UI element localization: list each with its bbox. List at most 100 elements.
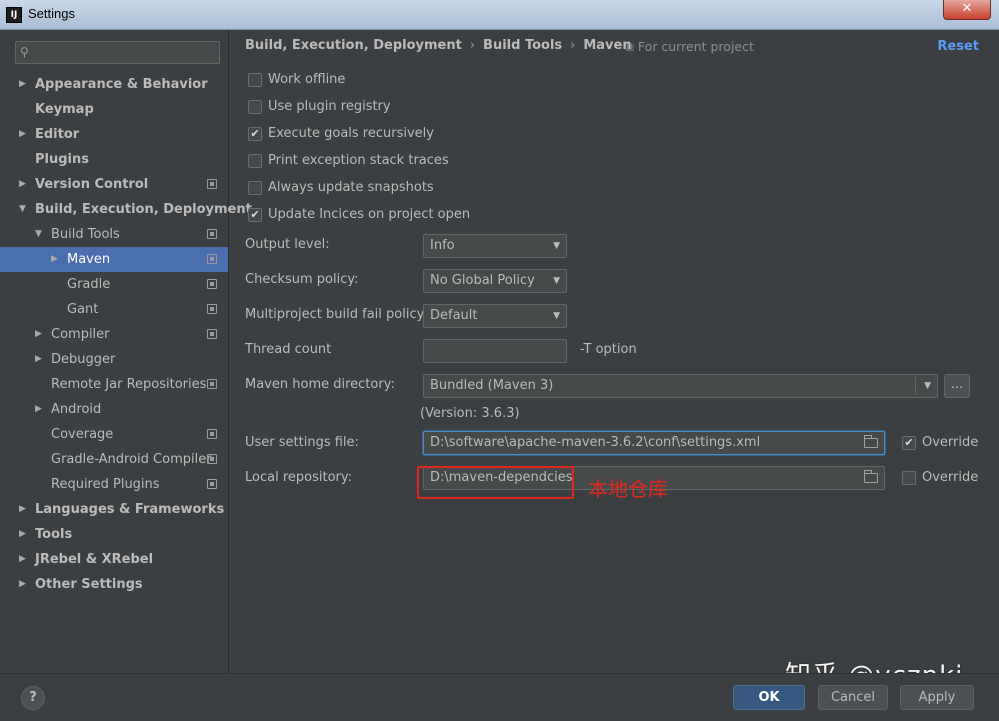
fail-policy-select[interactable]: Default ▼ xyxy=(423,304,567,328)
sidebar-item[interactable]: ▶ Compiler xyxy=(0,322,228,347)
project-level-icon xyxy=(207,479,217,489)
sidebar-item-label: Plugins xyxy=(35,152,89,167)
checkbox[interactable]: ✔ xyxy=(248,208,262,222)
intellij-app-icon: IJ xyxy=(6,7,22,23)
collapsed-arrow-icon[interactable]: ▶ xyxy=(19,547,26,572)
chevron-down-icon: ▼ xyxy=(553,276,560,286)
sidebar-item[interactable]: ▶ Debugger xyxy=(0,347,228,372)
user-settings-value: D:\software\apache-maven-3.6.2\conf\sett… xyxy=(430,435,761,450)
project-level-icon xyxy=(207,254,217,264)
project-level-icon xyxy=(207,279,217,289)
sidebar-item[interactable]: Gradle xyxy=(0,272,228,297)
cancel-button[interactable]: Cancel xyxy=(818,685,888,710)
checkbox-label: Work offline xyxy=(268,72,346,87)
sidebar-item-label: Debugger xyxy=(51,352,116,367)
sidebar-item[interactable]: Required Plugins xyxy=(0,472,228,497)
sidebar-item-label: Compiler xyxy=(51,327,110,342)
checkbox-label: Always update snapshots xyxy=(268,180,434,195)
sidebar-item[interactable]: ▼ Build, Execution, Deployment xyxy=(0,197,252,222)
maven-home-browse-button[interactable]: ... xyxy=(944,374,970,398)
output-level-select[interactable]: Info ▼ xyxy=(423,234,567,258)
sidebar-item[interactable]: Remote Jar Repositories xyxy=(0,372,228,397)
apply-button[interactable]: Apply xyxy=(900,685,974,710)
collapsed-arrow-icon[interactable]: ▶ xyxy=(19,122,26,147)
breadcrumb: Build, Execution, Deployment › Build Tools… xyxy=(245,38,632,53)
override-label: Override xyxy=(922,470,979,485)
maven-settings-panel: Build, Execution, Deployment › Build Tools… xyxy=(230,30,999,691)
collapsed-arrow-icon[interactable]: ▶ xyxy=(35,322,42,347)
collapsed-arrow-icon[interactable]: ▶ xyxy=(19,522,26,547)
folder-icon[interactable] xyxy=(864,435,878,448)
ok-button[interactable]: OK xyxy=(733,685,805,710)
override-checkbox[interactable] xyxy=(902,471,916,485)
collapsed-arrow-icon[interactable]: ▶ xyxy=(19,72,26,97)
combo-divider xyxy=(915,377,916,395)
sidebar-item-label: Required Plugins xyxy=(51,477,160,492)
sidebar-item[interactable]: ▶ Tools xyxy=(0,522,228,547)
sidebar-item[interactable]: ▼ Build Tools xyxy=(0,222,228,247)
sidebar-item[interactable]: Gradle-Android Compiler xyxy=(0,447,228,472)
checkbox[interactable] xyxy=(248,100,262,114)
override-label: Override xyxy=(922,435,979,450)
sidebar-item-label: Editor xyxy=(35,127,80,142)
checkbox[interactable] xyxy=(248,181,262,195)
sidebar-item-label: Maven xyxy=(67,252,111,267)
sidebar-item-label: Languages & Frameworks xyxy=(35,502,225,517)
checkbox-label: Execute goals recursively xyxy=(268,126,434,141)
maven-home-select[interactable]: Bundled (Maven 3) ▼ xyxy=(423,374,938,398)
sidebar-item[interactable]: ▶ JRebel & XRebel xyxy=(0,547,228,572)
user-settings-input[interactable]: D:\software\apache-maven-3.6.2\conf\sett… xyxy=(423,431,885,455)
checkbox-label: Update Incices on project open xyxy=(268,207,471,222)
title-bar: IJ Settings ✕ xyxy=(0,0,999,30)
sidebar-item[interactable]: Gant xyxy=(0,297,228,322)
collapsed-arrow-icon[interactable]: ▶ xyxy=(35,397,42,422)
project-level-icon xyxy=(207,429,217,439)
help-button[interactable]: ? xyxy=(21,686,45,710)
checkbox[interactable]: ✔ xyxy=(248,127,262,141)
sidebar-item[interactable]: ▶ Other Settings xyxy=(0,572,228,597)
thread-count-input[interactable] xyxy=(423,339,567,363)
sidebar-item[interactable]: Keymap xyxy=(0,97,228,122)
breadcrumb-item[interactable]: Build, Execution, Deployment xyxy=(245,38,462,53)
sidebar-item[interactable]: ▶ Editor xyxy=(0,122,228,147)
checkbox[interactable] xyxy=(248,154,262,168)
collapsed-arrow-icon[interactable]: ▶ xyxy=(51,247,58,272)
breadcrumb-separator: › xyxy=(469,38,476,53)
chevron-down-icon: ▼ xyxy=(553,311,560,321)
sidebar-item[interactable]: ▶ Version Control xyxy=(0,172,228,197)
checksum-policy-select[interactable]: No Global Policy ▼ xyxy=(423,269,567,293)
window-title: Settings xyxy=(28,6,75,21)
expanded-arrow-icon[interactable]: ▼ xyxy=(35,222,42,247)
sidebar-item[interactable]: ▶ Android xyxy=(0,397,228,422)
checkbox[interactable] xyxy=(248,73,262,87)
settings-sidebar: ⚲ ▶ Appearance & Behavior Keymap ▶ Editor Plu… xyxy=(0,30,252,673)
collapsed-arrow-icon[interactable]: ▶ xyxy=(19,572,26,597)
fail-policy-label: Multiproject build fail policy: xyxy=(245,307,428,322)
local-repository-label: Local repository: xyxy=(245,470,352,485)
sidebar-item[interactable]: Plugins xyxy=(0,147,228,172)
breadcrumb-item[interactable]: Build Tools xyxy=(483,38,562,53)
sidebar-item[interactable]: ▶ Languages & Frameworks xyxy=(0,497,228,522)
collapsed-arrow-icon[interactable]: ▶ xyxy=(19,172,26,197)
thread-count-label: Thread count xyxy=(245,342,332,357)
project-level-icon xyxy=(207,329,217,339)
window-close-button[interactable]: ✕ xyxy=(943,0,991,20)
dialog-button-bar: ? OK Cancel Apply xyxy=(0,673,999,721)
checksum-policy-label: Checksum policy: xyxy=(245,272,359,287)
settings-search-input[interactable]: ⚲ xyxy=(15,41,220,64)
override-checkbox[interactable]: ✔ xyxy=(902,436,916,450)
folder-icon[interactable] xyxy=(864,470,878,483)
sidebar-item[interactable]: ▶ Appearance & Behavior xyxy=(0,72,228,97)
sidebar-item-label: Gant xyxy=(67,302,99,317)
project-level-icon xyxy=(207,379,217,389)
output-level-value: Info xyxy=(430,238,455,253)
expanded-arrow-icon[interactable]: ▼ xyxy=(19,197,26,222)
sidebar-item-label: Gradle xyxy=(67,277,111,292)
reset-link[interactable]: Reset xyxy=(937,39,979,54)
collapsed-arrow-icon[interactable]: ▶ xyxy=(19,497,26,522)
sidebar-item[interactable]: Coverage xyxy=(0,422,228,447)
sidebar-item[interactable]: ▶ Maven xyxy=(0,247,228,272)
collapsed-arrow-icon[interactable]: ▶ xyxy=(35,347,42,372)
maven-home-value: Bundled (Maven 3) xyxy=(430,378,554,393)
project-level-icon xyxy=(207,229,217,239)
